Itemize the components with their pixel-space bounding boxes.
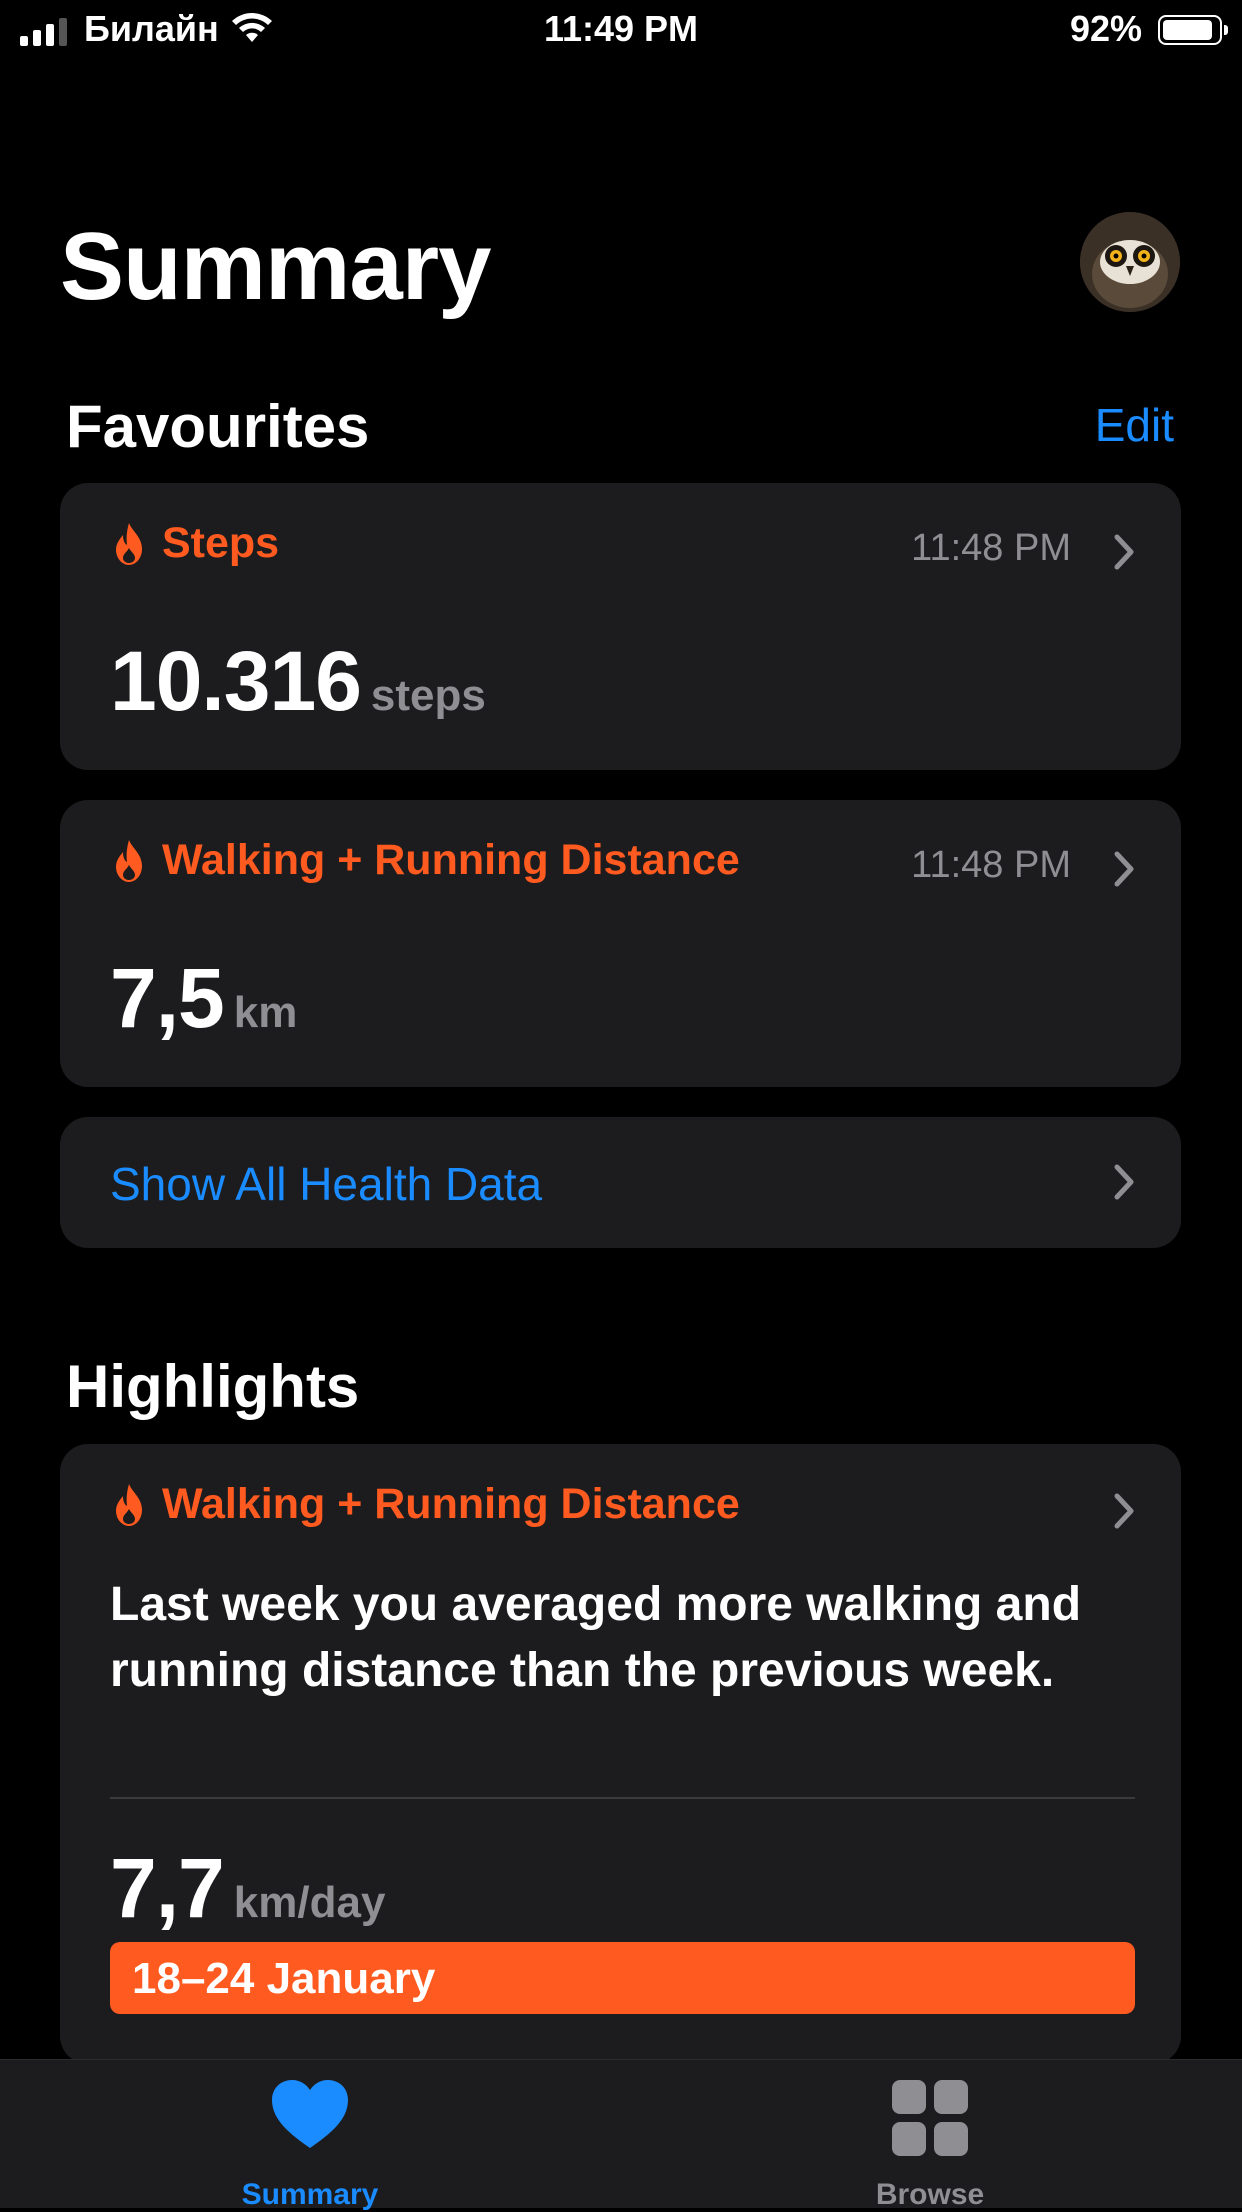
tab-summary[interactable]: Summary [180, 2060, 440, 2211]
highlight-card[interactable]: Walking + Running Distance Last week you… [60, 1444, 1181, 2064]
card-timestamp: 11:48 PM [911, 844, 1071, 886]
edit-button[interactable]: Edit [1095, 398, 1174, 452]
chevron-right-icon [1114, 851, 1134, 887]
date-range-label: 18–24 January [132, 1954, 436, 2003]
flame-icon [116, 1483, 142, 1526]
owl-avatar-icon [1080, 212, 1180, 312]
flame-icon [116, 522, 142, 565]
metric-unit: km/day [233, 1878, 386, 1927]
favourites-heading: Favourites [66, 393, 370, 460]
card-title: Steps [162, 519, 280, 567]
page-title: Summary [60, 213, 492, 320]
metric-unit: km [233, 988, 298, 1037]
card-title: Walking + Running Distance [162, 836, 740, 884]
heart-icon [272, 2080, 348, 2148]
metric-unit: steps [370, 671, 486, 720]
status-bar: Билайн 11:49 PM 92% [0, 0, 1242, 62]
avatar[interactable] [1080, 212, 1180, 312]
metric-value: 7,7 [110, 1841, 225, 1935]
card-timestamp: 11:48 PM [911, 527, 1071, 569]
tab-label: Summary [241, 2178, 379, 2211]
battery-percent: 92% [1069, 8, 1142, 49]
status-time: 11:49 PM [543, 8, 699, 49]
tab-bar: Summary Browse [0, 2059, 1242, 2211]
divider [110, 1797, 1135, 1799]
chevron-right-icon [1114, 1493, 1134, 1529]
tab-label: Browse [875, 2178, 985, 2211]
show-all-label: Show All Health Data [110, 1158, 543, 1210]
show-all-health-data-button[interactable]: Show All Health Data [60, 1117, 1181, 1248]
chevron-right-icon [1114, 534, 1134, 570]
chevron-right-icon [1114, 1164, 1134, 1200]
battery-icon [1158, 15, 1228, 45]
highlights-heading: Highlights [66, 1353, 360, 1420]
tab-browse[interactable]: Browse [800, 2060, 1060, 2211]
grid-icon [892, 2080, 968, 2156]
highlight-description: Last week you averaged more walking and … [110, 1578, 1082, 1697]
card-title: Walking + Running Distance [162, 1480, 740, 1528]
metric-value: 10.316 [110, 634, 362, 728]
steps-card[interactable]: Steps 11:48 PM 10.316 steps [60, 483, 1181, 770]
flame-icon [116, 839, 142, 882]
distance-card[interactable]: Walking + Running Distance 11:48 PM 7,5 … [60, 800, 1181, 1087]
date-range-bar: 18–24 January [110, 1942, 1135, 2014]
metric-value: 7,5 [110, 951, 225, 1045]
